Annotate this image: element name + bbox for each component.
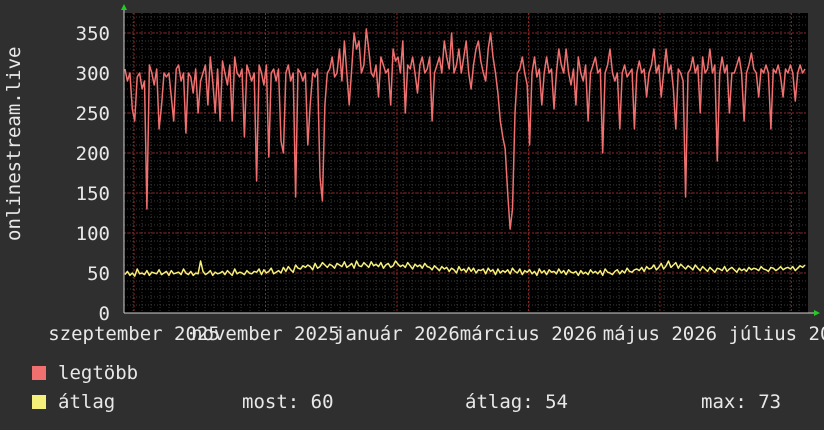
y-tick-label: 100 [76, 223, 110, 245]
x-tick-label: július 2026 [728, 323, 824, 345]
y-tick-label: 350 [76, 23, 110, 45]
y-axis-label: onlinestream.live [3, 46, 25, 241]
y-tick-label: 200 [76, 143, 110, 165]
y-axis-arrow [121, 4, 127, 10]
x-tick-label: január 2026 [334, 323, 460, 345]
legend-max-label: legtöbb [58, 362, 139, 384]
y-tick-label: 0 [99, 303, 110, 325]
x-tick-label: március 2026 [460, 323, 597, 345]
x-tick-label: november 2025 [191, 323, 340, 345]
y-tick-label: 150 [76, 183, 110, 205]
legend-avg-label: átlag [58, 391, 116, 413]
legend-swatch-max [32, 366, 46, 380]
legend-now-value: most: 60 [242, 391, 334, 413]
x-axis-arrow [814, 310, 820, 316]
y-tick-label: 250 [76, 103, 110, 125]
y-tick-label: 300 [76, 63, 110, 85]
legend-swatch-avg [32, 395, 46, 409]
legend-avg-value: átlag: 54 [465, 391, 568, 413]
x-tick-label: május 2026 [603, 323, 717, 345]
y-tick-label: 50 [87, 263, 110, 285]
legend-max-value: max: 73 [701, 391, 782, 413]
